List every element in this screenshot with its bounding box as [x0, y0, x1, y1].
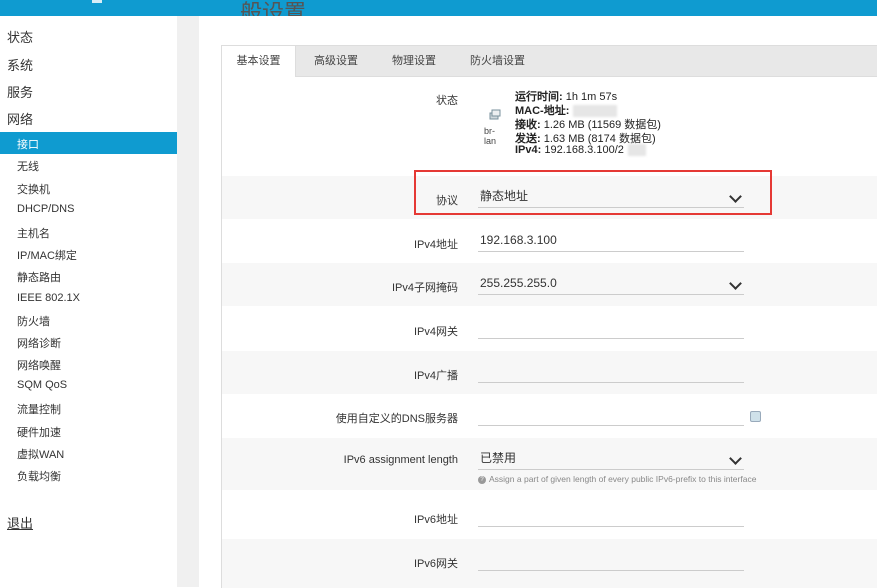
- ipv6-address-label: IPv6地址: [413, 514, 458, 526]
- redacted-prefix: [627, 144, 646, 157]
- custom-dns-input[interactable]: [478, 404, 744, 426]
- sidebar-item-ip-mac-binding[interactable]: IP/MAC绑定: [17, 247, 77, 263]
- interface-settings-panel: 基本设置 高级设置 物理设置 防火墙设置 状态 br-lan 运行时间: 1h …: [221, 45, 877, 588]
- ipv6-assignment-hint: ? Assign a part of given length of every …: [478, 474, 756, 484]
- sidebar-item-dhcp-dns[interactable]: DHCP/DNS: [17, 203, 74, 215]
- sidebar-item-ieee8021x[interactable]: IEEE 802.1X: [17, 292, 80, 304]
- sidebar-item-static-routes[interactable]: 静态路由: [17, 269, 61, 285]
- sidebar-item-firewall[interactable]: 防火墙: [17, 313, 50, 329]
- ipv4-address-label: IPv4地址: [413, 239, 458, 251]
- sidebar-item-wireless[interactable]: 无线: [17, 158, 39, 174]
- sidebar-item-interfaces-label: 接口: [17, 139, 39, 151]
- ipv4-gateway-label: IPv4网关: [413, 326, 458, 338]
- tab-basic-settings[interactable]: 基本设置: [222, 46, 296, 77]
- ipv4-netmask-value: 255.255.255.0: [480, 276, 557, 290]
- sidebar-gutter: [177, 16, 199, 587]
- chevron-down-icon: [729, 452, 742, 465]
- custom-dns-label: 使用自定义的DNS服务器: [335, 413, 458, 425]
- ipv6-assignment-length-label: IPv6 assignment length: [343, 454, 458, 466]
- tab-firewall-settings[interactable]: 防火墙设置: [470, 46, 525, 76]
- protocol-highlight-box: [414, 170, 772, 215]
- page-title: 般设置: [240, 0, 307, 16]
- sidebar-item-status[interactable]: 状态: [7, 27, 33, 46]
- tab-physical-settings[interactable]: 物理设置: [392, 46, 436, 76]
- tab-advanced-settings[interactable]: 高级设置: [314, 46, 358, 76]
- chevron-down-icon: [729, 277, 742, 290]
- ipv4-line: IPv4: 192.168.3.100/2: [515, 144, 646, 157]
- ipv4-value: 192.168.3.100/2: [544, 144, 624, 156]
- ipv4-netmask-select[interactable]: 255.255.255.0: [478, 273, 744, 295]
- ipv4-netmask-label: IPv4子网掩码: [391, 282, 458, 294]
- ipv4-broadcast-label: IPv4广播: [413, 370, 458, 382]
- sidebar-item-hostnames[interactable]: 主机名: [17, 225, 50, 241]
- ipv6-assignment-length-select[interactable]: 已禁用: [478, 448, 744, 470]
- ipv4-gateway-input[interactable]: [478, 317, 744, 339]
- sidebar-item-services[interactable]: 服务: [7, 82, 33, 101]
- sidebar-item-diagnostics[interactable]: 网络诊断: [17, 335, 61, 351]
- tab-bar: 基本设置 高级设置 物理设置 防火墙设置: [222, 46, 877, 77]
- logout-link[interactable]: 退出: [7, 513, 33, 532]
- sidebar-item-wake-on-lan[interactable]: 网络唤醒: [17, 357, 61, 373]
- ipv6-gateway-input[interactable]: [478, 549, 744, 571]
- status-label: 状态: [436, 95, 458, 107]
- sidebar-item-system[interactable]: 系统: [7, 55, 33, 74]
- top-header-bar: [0, 0, 877, 16]
- device-name: br-lan: [484, 126, 497, 146]
- sidebar-item-virtual-wan[interactable]: 虚拟WAN: [17, 446, 64, 462]
- add-dns-icon[interactable]: [750, 411, 761, 422]
- ipv6-assignment-hint-text: Assign a part of given length of every p…: [489, 474, 757, 484]
- sidebar-item-sqm-qos[interactable]: SQM QoS: [17, 379, 67, 391]
- network-bridge-icon: [489, 109, 501, 120]
- sidebar-item-switch[interactable]: 交换机: [17, 181, 50, 197]
- sidebar-item-network[interactable]: 网络: [7, 109, 33, 128]
- sidebar-item-hw-acceleration[interactable]: 硬件加速: [17, 424, 61, 440]
- sidebar-item-interfaces[interactable]: 接口: [0, 132, 177, 154]
- sidebar-item-traffic-control[interactable]: 流量控制: [17, 401, 61, 417]
- sidebar-item-load-balancing[interactable]: 负载均衡: [17, 468, 61, 484]
- ipv4-label: IPv4:: [515, 144, 542, 156]
- ipv6-gateway-label: IPv6网关: [413, 558, 458, 570]
- ipv6-address-input[interactable]: [478, 505, 744, 527]
- ipv6-assignment-length-value: 已禁用: [480, 451, 517, 465]
- sidebar: 状态 系统 服务 网络 接口 无线 交换机 DHCP/DNS 主机名 IP/MA…: [0, 16, 177, 587]
- header-logo-fragment: [92, 0, 102, 3]
- ipv4-address-input[interactable]: 192.168.3.100: [478, 230, 744, 252]
- help-icon: ?: [478, 475, 486, 484]
- ipv4-broadcast-input[interactable]: [478, 361, 744, 383]
